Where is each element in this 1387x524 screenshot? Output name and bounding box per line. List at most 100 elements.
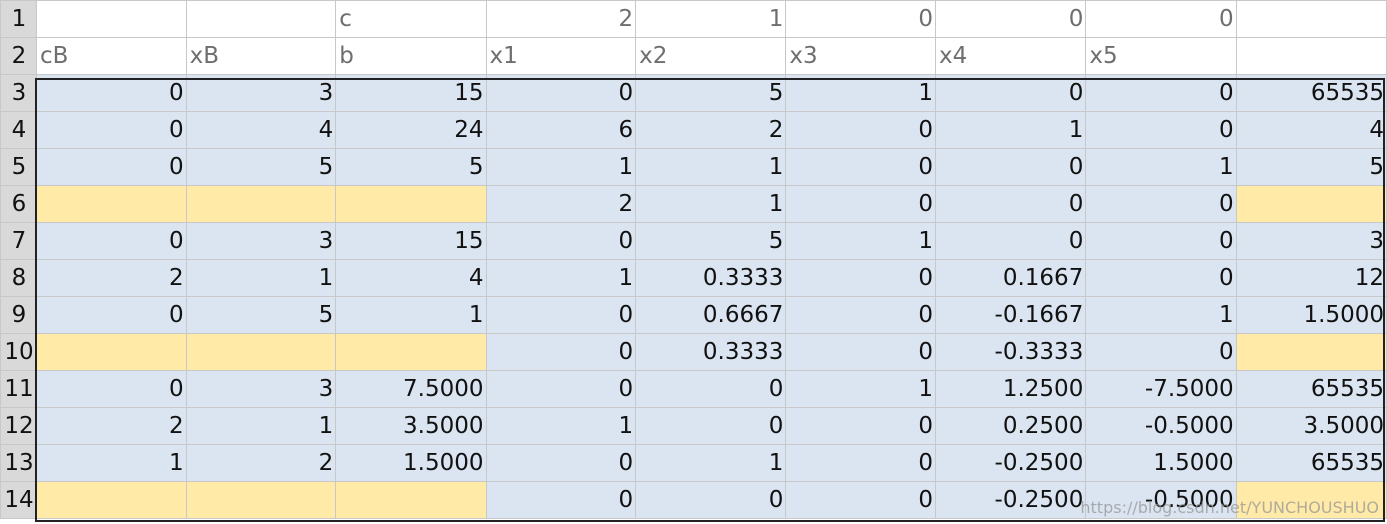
cell-r4-c6[interactable]: 0 <box>785 111 936 149</box>
cell-r8-c2[interactable]: 1 <box>185 259 337 297</box>
cell-r2-c9[interactable] <box>1235 37 1387 75</box>
cell-r9-c6[interactable]: 0 <box>785 296 936 334</box>
cell-r14-c7[interactable]: -0.2500 <box>934 481 1087 519</box>
row-header-3[interactable]: 3 <box>0 74 37 112</box>
cell-r3-c2[interactable]: 3 <box>185 74 337 112</box>
row-header-2[interactable]: 2 <box>0 37 37 75</box>
cell-r5-c1[interactable]: 0 <box>35 148 187 186</box>
cell-r13-c4[interactable]: 0 <box>485 444 637 482</box>
cell-r4-c5[interactable]: 2 <box>635 111 787 149</box>
cell-r1-c2[interactable] <box>185 0 337 38</box>
cell-r6-c5[interactable]: 1 <box>635 185 787 223</box>
cell-r8-c9[interactable]: 12 <box>1235 259 1387 297</box>
cell-r4-c8[interactable]: 0 <box>1085 111 1237 149</box>
cell-r7-c5[interactable]: 5 <box>635 222 787 260</box>
cell-r2-c1[interactable]: cB <box>35 37 187 75</box>
cell-r7-c6[interactable]: 1 <box>785 222 936 260</box>
cell-r2-c5[interactable]: x2 <box>635 37 787 75</box>
cell-r5-c4[interactable]: 1 <box>485 148 637 186</box>
cell-r6-c9[interactable] <box>1235 185 1387 223</box>
cell-r11-c2[interactable]: 3 <box>185 370 337 408</box>
cell-r12-c7[interactable]: 0.2500 <box>934 407 1087 445</box>
cell-r7-c8[interactable]: 0 <box>1085 222 1237 260</box>
row-header-5[interactable]: 5 <box>0 148 37 186</box>
cell-r6-c8[interactable]: 0 <box>1085 185 1237 223</box>
cell-r11-c4[interactable]: 0 <box>485 370 637 408</box>
row-header-12[interactable]: 12 <box>0 407 37 445</box>
cell-r10-c4[interactable]: 0 <box>485 333 637 371</box>
cell-r11-c3[interactable]: 7.5000 <box>335 370 487 408</box>
cell-r10-c2[interactable] <box>185 333 337 371</box>
cell-r14-c8[interactable]: -0.5000 <box>1085 481 1237 519</box>
cell-r14-c5[interactable]: 0 <box>635 481 787 519</box>
cell-r8-c5[interactable]: 0.3333 <box>635 259 787 297</box>
cell-r1-c5[interactable]: 1 <box>635 0 787 38</box>
cell-r14-c4[interactable]: 0 <box>485 481 637 519</box>
cell-r11-c1[interactable]: 0 <box>35 370 187 408</box>
cell-r1-c7[interactable]: 0 <box>934 0 1087 38</box>
cell-r12-c4[interactable]: 1 <box>485 407 637 445</box>
cell-r9-c8[interactable]: 1 <box>1085 296 1237 334</box>
cell-r1-c8[interactable]: 0 <box>1085 0 1237 38</box>
cell-r13-c2[interactable]: 2 <box>185 444 337 482</box>
cell-r12-c5[interactable]: 0 <box>635 407 787 445</box>
cell-r12-c2[interactable]: 1 <box>185 407 337 445</box>
cell-r10-c3[interactable] <box>335 333 487 371</box>
cell-r14-c6[interactable]: 0 <box>785 481 936 519</box>
cell-r13-c5[interactable]: 1 <box>635 444 787 482</box>
cell-r7-c9[interactable]: 3 <box>1235 222 1387 260</box>
cell-r11-c8[interactable]: -7.5000 <box>1085 370 1237 408</box>
cell-r9-c2[interactable]: 5 <box>185 296 337 334</box>
cell-r8-c3[interactable]: 4 <box>335 259 487 297</box>
cell-r3-c8[interactable]: 0 <box>1085 74 1237 112</box>
cell-r13-c8[interactable]: 1.5000 <box>1085 444 1237 482</box>
cell-r12-c8[interactable]: -0.5000 <box>1085 407 1237 445</box>
cell-r13-c7[interactable]: -0.2500 <box>934 444 1087 482</box>
cell-r12-c1[interactable]: 2 <box>35 407 187 445</box>
row-header-4[interactable]: 4 <box>0 111 37 149</box>
cell-r8-c1[interactable]: 2 <box>35 259 187 297</box>
cell-r10-c7[interactable]: -0.3333 <box>934 333 1087 371</box>
cell-r4-c9[interactable]: 4 <box>1235 111 1387 149</box>
cell-r11-c6[interactable]: 1 <box>785 370 936 408</box>
row-header-7[interactable]: 7 <box>0 222 37 260</box>
cell-r7-c2[interactable]: 3 <box>185 222 337 260</box>
cell-r8-c4[interactable]: 1 <box>485 259 637 297</box>
row-header-9[interactable]: 9 <box>0 296 37 334</box>
row-header-6[interactable]: 6 <box>0 185 37 223</box>
cell-r3-c6[interactable]: 1 <box>785 74 936 112</box>
cell-r3-c1[interactable]: 0 <box>35 74 187 112</box>
cell-r6-c3[interactable] <box>335 185 487 223</box>
cell-r2-c2[interactable]: xB <box>185 37 337 75</box>
cell-r8-c6[interactable]: 0 <box>785 259 936 297</box>
cell-r7-c7[interactable]: 0 <box>934 222 1087 260</box>
row-header-14[interactable]: 14 <box>0 481 37 519</box>
cell-r4-c2[interactable]: 4 <box>185 111 337 149</box>
cell-r14-c1[interactable] <box>35 481 187 519</box>
cell-r8-c8[interactable]: 0 <box>1085 259 1237 297</box>
cell-r2-c6[interactable]: x3 <box>785 37 936 75</box>
cell-r7-c4[interactable]: 0 <box>485 222 637 260</box>
cell-r11-c9[interactable]: 65535 <box>1235 370 1387 408</box>
cell-r10-c9[interactable] <box>1235 333 1387 371</box>
cell-r5-c3[interactable]: 5 <box>335 148 487 186</box>
cell-r7-c3[interactable]: 15 <box>335 222 487 260</box>
cell-r6-c2[interactable] <box>185 185 337 223</box>
cell-r1-c9[interactable] <box>1235 0 1387 38</box>
cell-r2-c3[interactable]: b <box>335 37 487 75</box>
cell-r10-c8[interactable]: 0 <box>1085 333 1237 371</box>
cell-r6-c4[interactable]: 2 <box>485 185 637 223</box>
cell-r4-c1[interactable]: 0 <box>35 111 187 149</box>
cell-r5-c2[interactable]: 5 <box>185 148 337 186</box>
cell-r5-c8[interactable]: 1 <box>1085 148 1237 186</box>
cell-r5-c7[interactable]: 0 <box>934 148 1087 186</box>
cell-r1-c6[interactable]: 0 <box>785 0 936 38</box>
cell-r12-c9[interactable]: 3.5000 <box>1235 407 1387 445</box>
cell-r7-c1[interactable]: 0 <box>35 222 187 260</box>
cell-r1-c1[interactable] <box>35 0 187 38</box>
cell-r2-c7[interactable]: x4 <box>934 37 1087 75</box>
cell-r6-c1[interactable] <box>35 185 187 223</box>
cell-r9-c1[interactable]: 0 <box>35 296 187 334</box>
row-header-13[interactable]: 13 <box>0 444 37 482</box>
row-header-8[interactable]: 8 <box>0 259 37 297</box>
